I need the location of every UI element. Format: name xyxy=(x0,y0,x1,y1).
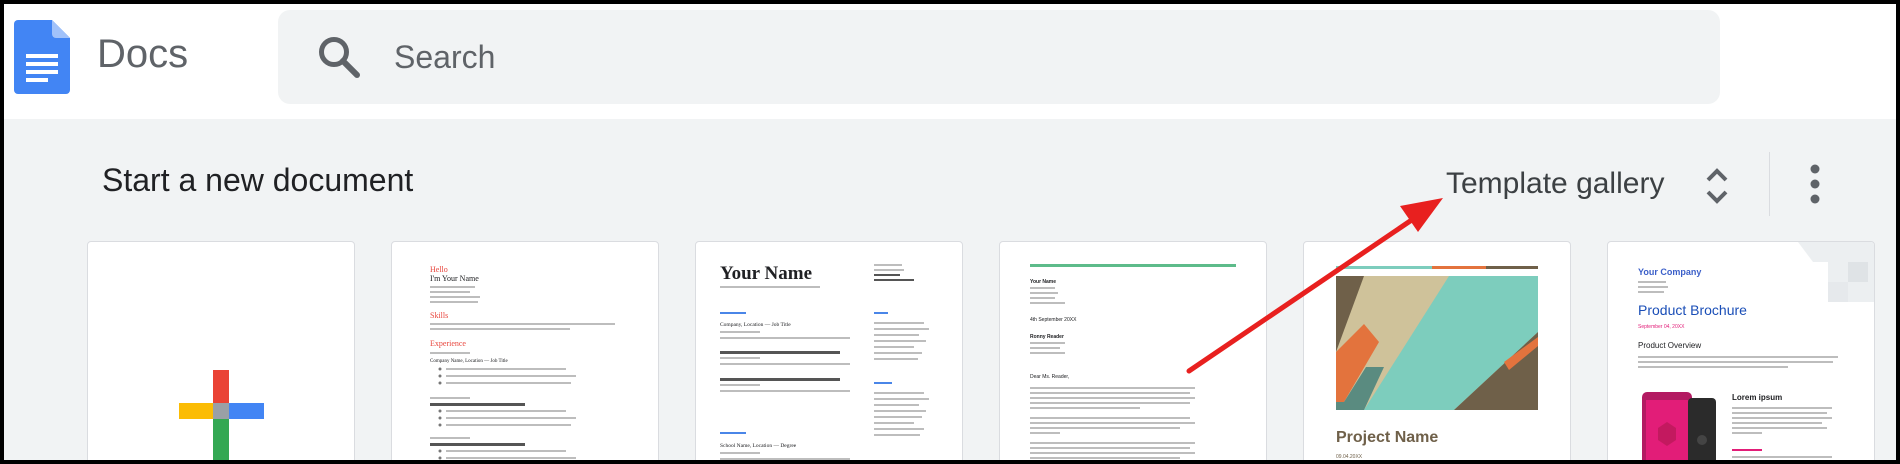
resume-coral-school-line: School Name, Location — Degree xyxy=(720,443,797,449)
search-input[interactable] xyxy=(394,32,1594,82)
resume-skills-heading: Skills xyxy=(430,311,448,320)
template-gallery-label: Template gallery xyxy=(1446,167,1665,200)
resume-coral-job-line: Company, Location — Job Title xyxy=(720,322,791,328)
more-vert-icon[interactable] xyxy=(1807,164,1823,204)
plus-icon xyxy=(179,370,264,460)
search-box[interactable] xyxy=(278,10,1720,104)
brochure-date: September 04, 20XX xyxy=(1638,324,1685,330)
brochure-title: Product Brochure xyxy=(1638,302,1747,318)
resume-name: I'm Your Name xyxy=(430,274,479,283)
template-brochure-geometric[interactable]: Your Company Product Brochure September … xyxy=(1607,241,1875,460)
top-app-bar: Docs xyxy=(4,4,1896,119)
google-docs-icon[interactable] xyxy=(14,20,70,94)
resume-experience-heading: Experience xyxy=(430,339,466,348)
letter-sender-name: Your Name xyxy=(1030,279,1056,285)
section-title: Start a new document xyxy=(102,162,414,198)
project-date: 09.04.20XX xyxy=(1336,454,1363,460)
template-resume-coral[interactable]: Your Name Company, Location — Job Title … xyxy=(695,241,963,460)
brochure-subheading: Lorem ipsum xyxy=(1732,393,1782,402)
template-project-tropic[interactable]: Project Name 09.04.20XX xyxy=(1303,241,1571,460)
template-blank[interactable] xyxy=(87,241,355,460)
app-name[interactable]: Docs xyxy=(97,32,188,77)
template-letter-spearmint[interactable]: Your Name 4th September 20XX Ronny Reade… xyxy=(999,241,1267,460)
letter-recipient: Ronny Reader xyxy=(1030,334,1064,340)
project-title: Project Name xyxy=(1336,429,1438,446)
brochure-company: Your Company xyxy=(1638,267,1701,277)
toolbar-divider xyxy=(1769,152,1770,216)
template-resume-serif[interactable]: Hello I'm Your Name Skills Experience Co… xyxy=(391,241,659,460)
letter-date: 4th September 20XX xyxy=(1030,317,1077,323)
brochure-overview: Product Overview xyxy=(1638,341,1701,350)
resume-hello: Hello xyxy=(430,265,448,274)
resume-coral-name: Your Name xyxy=(720,263,812,284)
resume-job-line: Company Name, Location — Job Title xyxy=(430,359,509,364)
template-gallery-button[interactable]: Template gallery xyxy=(1446,149,1664,219)
letter-greeting: Dear Ms. Reader, xyxy=(1030,374,1069,380)
search-icon[interactable] xyxy=(316,34,362,80)
docs-home-window: Docs Start a new document Template galle… xyxy=(4,4,1896,460)
unfold-more-icon[interactable] xyxy=(1702,166,1732,206)
